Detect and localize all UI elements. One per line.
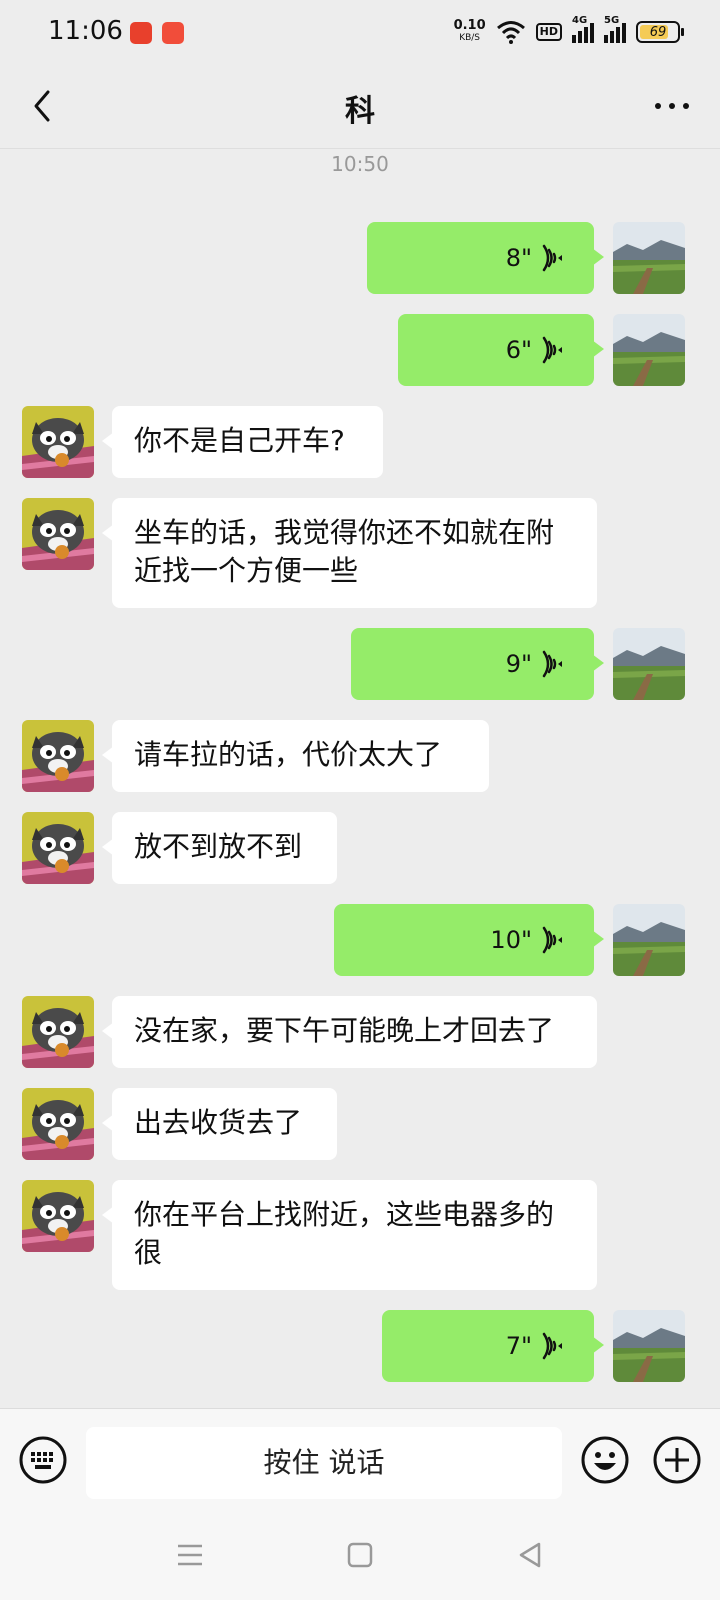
- voice-wave-icon: [532, 926, 564, 954]
- text-message-bubble[interactable]: 你不是自己开车?: [102, 406, 383, 478]
- input-bar: 按住 说话: [0, 1408, 720, 1511]
- text-message-bubble[interactable]: 出去收货去了: [102, 1088, 337, 1160]
- voice-wave-icon: [532, 336, 564, 364]
- message-list[interactable]: 10:50 8" 6" 你不是自己开车? 坐车的话，我觉得你还不如就在附近找一个…: [0, 0, 720, 1408]
- voice-duration: 6": [505, 336, 532, 364]
- message-text: 你不是自己开车?: [134, 424, 345, 457]
- voice-message-bubble[interactable]: 9": [351, 628, 604, 700]
- voice-wave-icon: [532, 650, 564, 678]
- voice-wave-icon: [532, 1332, 564, 1360]
- system-navigation-bar: [0, 1510, 720, 1600]
- voice-message-bubble[interactable]: 7": [382, 1310, 604, 1382]
- voice-duration: 7": [505, 1332, 532, 1360]
- text-message-bubble[interactable]: 没在家，要下午可能晚上才回去了: [102, 996, 597, 1068]
- voice-duration: 9": [505, 650, 532, 678]
- message-text: 没在家，要下午可能晚上才回去了: [134, 1014, 555, 1047]
- emoji-icon[interactable]: [580, 1435, 630, 1485]
- text-message-bubble[interactable]: 请车拉的话，代价太大了: [102, 720, 489, 792]
- my-avatar[interactable]: [613, 314, 685, 386]
- message-text: 坐车的话，我觉得你还不如就在附近找一个方便一些: [134, 516, 555, 587]
- home-icon[interactable]: [345, 1540, 375, 1570]
- message-text: 出去收货去了: [134, 1106, 303, 1139]
- plus-icon[interactable]: [652, 1435, 702, 1485]
- message-text: 你在平台上找附近，这些电器多的很: [134, 1198, 555, 1269]
- text-message-bubble[interactable]: 坐车的话，我觉得你还不如就在附近找一个方便一些: [102, 498, 597, 608]
- voice-duration: 8": [505, 244, 532, 272]
- contact-avatar[interactable]: [22, 1088, 94, 1160]
- back-nav-icon[interactable]: [515, 1540, 545, 1570]
- contact-avatar[interactable]: [22, 996, 94, 1068]
- voice-wave-icon: [532, 244, 564, 272]
- my-avatar[interactable]: [613, 628, 685, 700]
- message-text: 请车拉的话，代价太大了: [134, 738, 443, 771]
- contact-avatar[interactable]: [22, 1180, 94, 1252]
- voice-message-bubble[interactable]: 10": [334, 904, 604, 976]
- my-avatar[interactable]: [613, 222, 685, 294]
- message-text: 放不到放不到: [134, 830, 303, 863]
- menu-icon[interactable]: [175, 1540, 205, 1570]
- contact-avatar[interactable]: [22, 720, 94, 792]
- contact-avatar[interactable]: [22, 812, 94, 884]
- voice-message-bubble[interactable]: 8": [367, 222, 604, 294]
- keyboard-icon[interactable]: [18, 1435, 68, 1485]
- voice-duration: 10": [490, 926, 532, 954]
- hold-to-talk-button[interactable]: 按住 说话: [86, 1427, 562, 1499]
- my-avatar[interactable]: [613, 904, 685, 976]
- message-timestamp: 10:50: [331, 152, 389, 176]
- text-message-bubble[interactable]: 你在平台上找附近，这些电器多的很: [102, 1180, 597, 1290]
- text-message-bubble[interactable]: 放不到放不到: [102, 812, 337, 884]
- contact-avatar[interactable]: [22, 498, 94, 570]
- contact-avatar[interactable]: [22, 406, 94, 478]
- my-avatar[interactable]: [613, 1310, 685, 1382]
- voice-message-bubble[interactable]: 6": [398, 314, 604, 386]
